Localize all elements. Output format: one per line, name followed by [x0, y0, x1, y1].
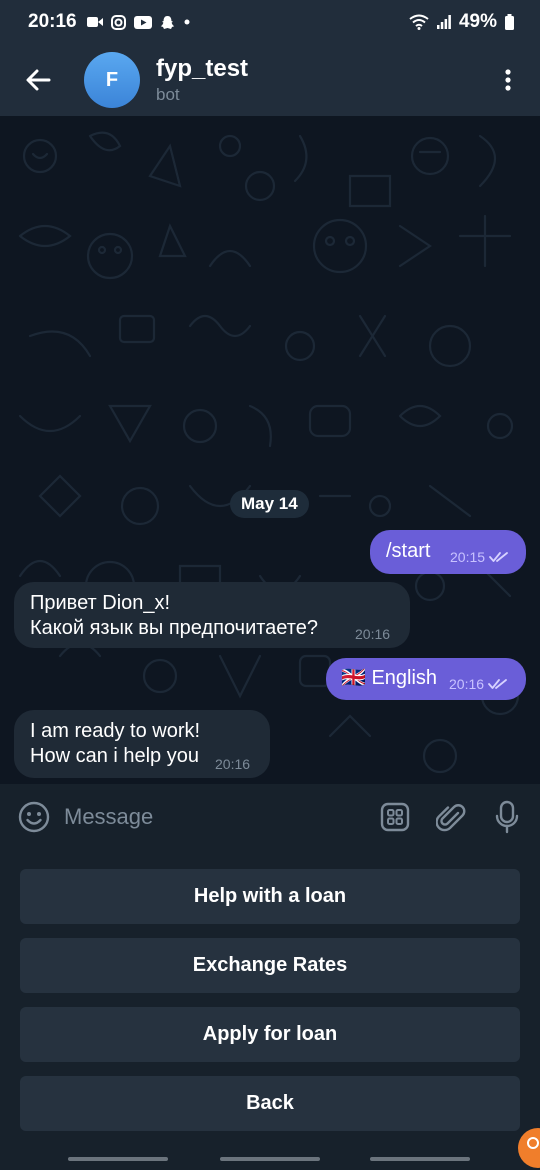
- chat-title-block[interactable]: fyp_test bot: [156, 55, 488, 106]
- keyboard-grid-icon: [380, 802, 410, 832]
- notification-dot-icon: [184, 19, 190, 25]
- message-text: 🇬🇧 English: [341, 667, 438, 689]
- message-time: 20:16: [355, 626, 391, 642]
- battery-percent: 49%: [458, 11, 497, 32]
- bot-keyboard-button[interactable]: [380, 799, 410, 835]
- double-check-icon: [488, 679, 507, 689]
- more-vertical-icon: [505, 69, 511, 91]
- message-meta: 20:16: [215, 756, 250, 772]
- message-meta: 20:16: [355, 626, 390, 642]
- bot-reply-keyboard: Help with a loan Exchange Rates Apply fo…: [0, 850, 540, 1170]
- overlay-app-icon: [527, 1137, 539, 1149]
- message-text: /start: [386, 540, 431, 562]
- message-time: 20:16: [449, 676, 485, 692]
- message-bubble-incoming[interactable]: Привет Dion_x! Какой язык вы предпочитае…: [14, 582, 410, 648]
- date-separator: May 14: [230, 490, 309, 518]
- emoji-button[interactable]: [18, 799, 50, 835]
- instagram-icon: [110, 14, 126, 30]
- battery-icon: [505, 14, 514, 30]
- status-time: 20:16: [28, 11, 77, 32]
- chat-title: fyp_test: [156, 54, 249, 82]
- microphone-icon: [495, 800, 519, 834]
- message-input[interactable]: [62, 803, 354, 831]
- avatar-letter: F: [105, 68, 119, 91]
- message-bubble-incoming[interactable]: I am ready to work! How can i help you 2…: [14, 710, 270, 778]
- message-meta: 20:16: [449, 676, 508, 692]
- arrow-left-icon: [26, 69, 51, 91]
- back-button[interactable]: [18, 60, 58, 100]
- voice-message-button[interactable]: [492, 799, 522, 835]
- more-options-button[interactable]: [488, 60, 528, 100]
- signal-icon: [436, 15, 451, 29]
- chat-area[interactable]: May 14 /start 20:15 Привет Dion_x! Какой…: [0, 116, 540, 784]
- help-with-loan-button[interactable]: Help with a loan: [20, 869, 520, 924]
- message-bubble-outgoing[interactable]: /start 20:15: [370, 530, 526, 574]
- status-bar: 20:16 49%: [0, 0, 540, 44]
- message-bubble-outgoing[interactable]: 🇬🇧 English 20:16: [326, 658, 526, 700]
- paperclip-icon: [436, 804, 466, 832]
- message-time: 20:15: [450, 549, 486, 565]
- message-text: I am ready to work! How can i help you: [30, 720, 201, 767]
- chat-header: F fyp_test bot: [0, 44, 540, 116]
- avatar[interactable]: F: [84, 52, 140, 108]
- message-time: 20:16: [215, 756, 251, 772]
- nav-recents-indicator[interactable]: [68, 1157, 168, 1161]
- attach-button[interactable]: [436, 799, 466, 835]
- apply-for-loan-button[interactable]: Apply for loan: [20, 1007, 520, 1062]
- exchange-rates-button[interactable]: Exchange Rates: [20, 938, 520, 993]
- wifi-icon: [409, 14, 429, 30]
- smiley-icon: [18, 801, 50, 833]
- message-text: Привет Dion_x! Какой язык вы предпочитае…: [30, 592, 318, 639]
- back-keyboard-button[interactable]: Back: [20, 1076, 520, 1131]
- snapchat-icon: [160, 15, 174, 29]
- message-composer: [0, 784, 540, 850]
- nav-home-indicator[interactable]: [220, 1157, 320, 1161]
- message-meta: 20:15: [450, 549, 509, 565]
- video-call-icon: [86, 17, 103, 27]
- youtube-icon: [133, 15, 152, 29]
- double-check-icon: [489, 552, 508, 562]
- nav-back-indicator[interactable]: [370, 1157, 470, 1161]
- chat-subtitle: bot: [156, 84, 180, 104]
